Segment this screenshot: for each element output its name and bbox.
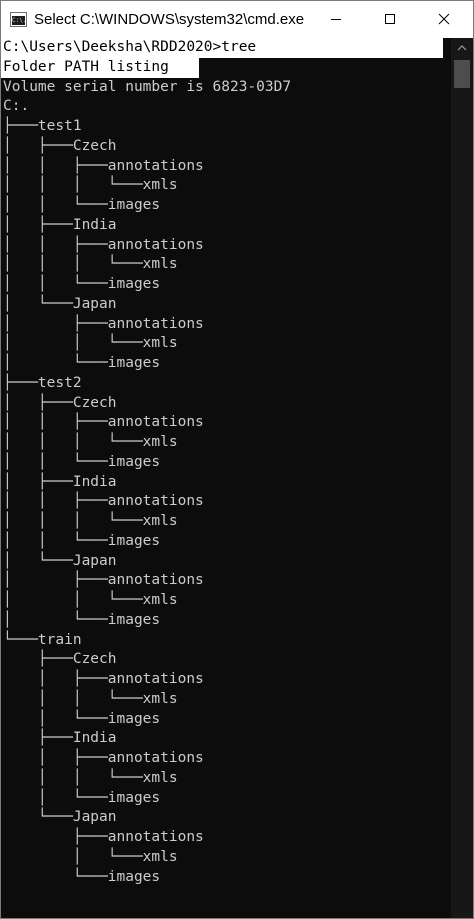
console-line: │ └───images xyxy=(3,611,161,628)
console-line: └───train xyxy=(3,631,82,648)
console-line: │ ├───Czech xyxy=(3,394,117,411)
console-line: ├───test2 xyxy=(3,374,82,391)
console-output[interactable]: C:\Users\Deeksha\RDD2020>tree Folder PATH… xyxy=(1,38,451,918)
vertical-scrollbar[interactable] xyxy=(451,38,473,918)
minimize-button[interactable] xyxy=(310,1,364,38)
console-line: │ └───Japan xyxy=(3,295,117,312)
console-line: │ └───images xyxy=(3,355,161,371)
console-line: └───images xyxy=(3,868,161,885)
maximize-icon xyxy=(385,14,395,24)
console-line: ├───annotations xyxy=(3,829,204,845)
console-line: │ ├───India xyxy=(3,216,117,233)
console-line: │ │ └───images xyxy=(3,197,161,213)
console-line: │ └───images xyxy=(3,710,161,727)
console-line: │ │ ├───annotations xyxy=(3,236,204,253)
console-line: │ │ └───images xyxy=(3,532,161,549)
console-line: ├───Czech xyxy=(3,651,117,668)
scroll-up-button[interactable] xyxy=(451,38,473,58)
command-line: C:\Users\Deeksha\RDD2020>tree xyxy=(3,38,443,58)
scroll-up-arrow-icon xyxy=(457,45,467,51)
scroll-thumb[interactable] xyxy=(454,60,470,88)
minimize-icon xyxy=(331,19,341,20)
console-line: │ │ └───images xyxy=(3,276,161,292)
console-line: │ │ ├───annotations xyxy=(3,157,204,174)
close-button[interactable] xyxy=(418,1,472,38)
console-line: │ ├───annotations xyxy=(3,572,204,589)
console-line: C:. xyxy=(3,98,30,115)
console-line: │ │ └───images xyxy=(3,453,161,470)
console-line: └───Japan xyxy=(3,809,117,826)
title-bar[interactable]: C:\. Select C:\WINDOWS\system32\cmd.exe xyxy=(1,1,473,38)
console-line: │ │ └───xmls xyxy=(3,769,178,786)
console-line: │ └───xmls xyxy=(3,848,178,865)
console-line: Folder PATH listing xyxy=(3,57,199,78)
cmd-window: C:\. Select C:\WINDOWS\system32\cmd.exe … xyxy=(0,0,474,919)
console-line: │ │ ├───annotations xyxy=(3,414,204,431)
console-line: │ ├───annotations xyxy=(3,750,204,766)
console-line: │ ├───annotations xyxy=(3,315,204,332)
cmd-console-icon[interactable]: C:\. xyxy=(10,12,27,27)
console-line: │ ├───Czech xyxy=(3,137,117,154)
console-line: │ └───images xyxy=(3,789,161,806)
console-line: Volume serial number is 6823-03D7 xyxy=(3,78,292,95)
close-icon xyxy=(438,13,450,25)
console-line: │ │ │ └───xmls xyxy=(3,256,178,273)
console-line: │ │ └───xmls xyxy=(3,335,178,352)
console-line: │ │ │ └───xmls xyxy=(3,177,178,194)
console-line: │ │ ├───annotations xyxy=(3,493,204,510)
console-line: │ ├───annotations xyxy=(3,671,204,687)
console-line: │ ├───India xyxy=(3,473,117,490)
console-line: │ │ └───xmls xyxy=(3,592,178,608)
console-line: │ └───Japan xyxy=(3,552,117,569)
maximize-button[interactable] xyxy=(364,1,418,38)
console-line: ├───test1 xyxy=(3,118,82,134)
console-line: ├───India xyxy=(3,730,117,747)
cmd-console-icon-text: C:\. xyxy=(12,16,25,25)
console-line: │ │ └───xmls xyxy=(3,690,178,707)
console-line: │ │ │ └───xmls xyxy=(3,434,178,450)
window-title: Select C:\WINDOWS\system32\cmd.exe xyxy=(34,11,305,28)
console-line: │ │ │ └───xmls xyxy=(3,513,178,529)
